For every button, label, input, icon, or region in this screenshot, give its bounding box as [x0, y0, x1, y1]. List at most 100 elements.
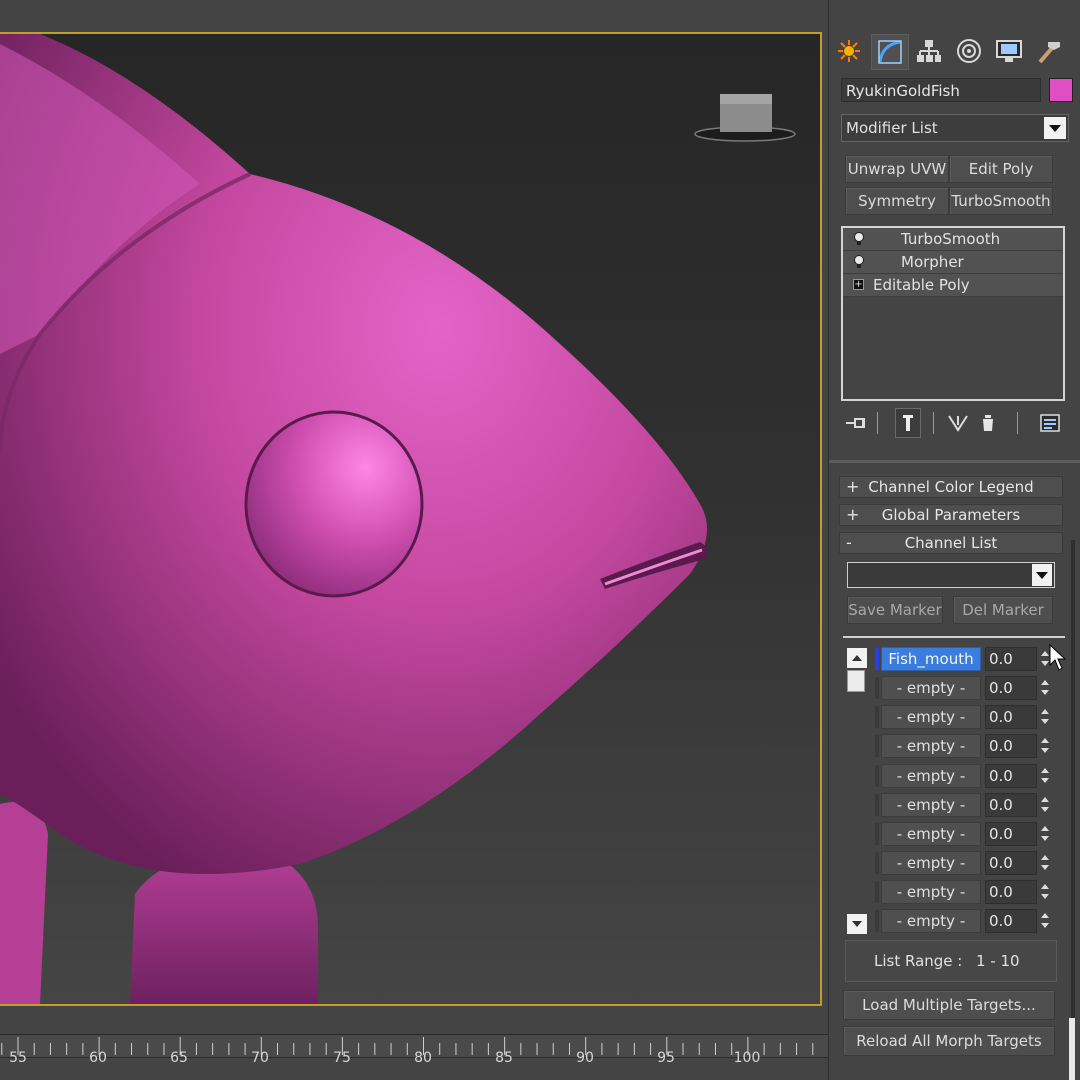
- stack-item-turbosmooth[interactable]: TurboSmooth: [843, 228, 1063, 251]
- channel-name[interactable]: - empty -: [881, 734, 981, 758]
- marker-dropdown[interactable]: [847, 562, 1055, 588]
- channel-scrollbar-thumb[interactable]: [847, 670, 865, 692]
- utilities-icon: [1038, 42, 1060, 64]
- channel-value-field[interactable]: 0.0: [985, 909, 1037, 933]
- perspective-viewport[interactable]: [0, 32, 822, 1006]
- modifier-stack[interactable]: TurboSmooth Morpher + Editable Poly: [841, 226, 1065, 401]
- channel-spinner[interactable]: [1039, 766, 1051, 786]
- modifier-list-label: Modifier List: [846, 119, 938, 137]
- tick-label: 70: [251, 1050, 269, 1066]
- modify-icon: [878, 40, 902, 64]
- modifier-list-dropdown[interactable]: Modifier List: [841, 114, 1069, 142]
- channel-row[interactable]: - empty - 0.0: [873, 763, 1065, 789]
- channel-value-field[interactable]: 0.0: [985, 880, 1037, 904]
- channel-row[interactable]: - empty - 0.0: [873, 792, 1065, 818]
- create-icon: [838, 40, 860, 62]
- channel-value-field[interactable]: 0.0: [985, 734, 1037, 758]
- save-marker-button[interactable]: Save Marker: [847, 596, 943, 624]
- channel-row[interactable]: - empty - 0.0: [873, 675, 1065, 701]
- expand-icon: +: [846, 477, 860, 496]
- stack-item-morpher[interactable]: Morpher: [843, 251, 1063, 274]
- tab-modify[interactable]: [871, 34, 909, 70]
- tab-hierarchy[interactable]: [911, 34, 947, 68]
- channel-value-field[interactable]: 0.0: [985, 705, 1037, 729]
- tab-create[interactable]: [831, 34, 867, 68]
- channel-spinner[interactable]: [1039, 824, 1051, 844]
- channel-name[interactable]: - empty -: [881, 764, 981, 788]
- channel-row[interactable]: - empty - 0.0: [873, 821, 1065, 847]
- channel-value-field[interactable]: 0.0: [985, 793, 1037, 817]
- collapse-icon: -: [846, 533, 852, 552]
- channel-value-field[interactable]: 0.0: [985, 764, 1037, 788]
- channel-row[interactable]: Fish_mouth 0.0: [873, 646, 1065, 672]
- scroll-down-button[interactable]: [847, 914, 867, 934]
- channel-name[interactable]: - empty -: [881, 793, 981, 817]
- rollout-channel-list[interactable]: - Channel List: [839, 532, 1063, 554]
- make-unique-button[interactable]: [945, 408, 971, 438]
- list-range-value: 1 - 10: [976, 952, 1020, 970]
- command-panel-tabs: [829, 34, 1080, 70]
- channel-name[interactable]: - empty -: [881, 851, 981, 875]
- turbosmooth-button[interactable]: TurboSmooth: [949, 187, 1053, 215]
- lightbulb-icon[interactable]: [853, 255, 865, 269]
- channel-spinner[interactable]: [1039, 911, 1051, 931]
- channel-name[interactable]: - empty -: [881, 880, 981, 904]
- channel-name[interactable]: Fish_mouth: [881, 647, 981, 671]
- symmetry-button[interactable]: Symmetry: [845, 187, 949, 215]
- channel-name[interactable]: - empty -: [881, 822, 981, 846]
- configure-modifier-sets-button[interactable]: [1037, 408, 1063, 438]
- del-marker-button[interactable]: Del Marker: [953, 596, 1053, 624]
- channel-value-field[interactable]: 0.0: [985, 647, 1037, 671]
- channel-row[interactable]: - empty - 0.0: [873, 733, 1065, 759]
- show-end-result-button[interactable]: [895, 408, 921, 438]
- pin-icon: [846, 418, 865, 428]
- channel-list[interactable]: Fish_mouth 0.0 - empty - 0.0 - empty - 0…: [843, 636, 1067, 938]
- object-name-field[interactable]: RyukinGoldFish: [841, 78, 1041, 102]
- unwrap-uvw-button[interactable]: Unwrap UVW: [845, 155, 949, 183]
- stack-toolbar: [841, 408, 1071, 440]
- channel-name[interactable]: - empty -: [881, 676, 981, 700]
- tab-utilities[interactable]: [1031, 34, 1067, 68]
- channel-value-field[interactable]: 0.0: [985, 822, 1037, 846]
- channel-marker: [875, 706, 879, 728]
- channel-value-field[interactable]: 0.0: [985, 676, 1037, 700]
- channel-name[interactable]: - empty -: [881, 909, 981, 933]
- tick-label: 80: [414, 1050, 432, 1066]
- stack-item-label: Morpher: [901, 253, 964, 271]
- channel-spinner[interactable]: [1039, 707, 1051, 727]
- panel-scrollbar-thumb[interactable]: [1069, 1018, 1075, 1080]
- timeline[interactable]: 55 60 65 70 75 80 85 90 95 100: [0, 1006, 828, 1080]
- channel-spinner[interactable]: [1039, 853, 1051, 873]
- rollout-title: Global Parameters: [881, 506, 1021, 524]
- channel-name[interactable]: - empty -: [881, 705, 981, 729]
- channel-row[interactable]: - empty - 0.0: [873, 908, 1065, 934]
- channel-marker: [875, 794, 879, 816]
- pin-stack-button[interactable]: [843, 408, 869, 438]
- remove-modifier-button[interactable]: [975, 408, 1001, 438]
- rollout-channel-color-legend[interactable]: + Channel Color Legend: [839, 476, 1063, 498]
- channel-row[interactable]: - empty - 0.0: [873, 879, 1065, 905]
- tick-label: 100: [733, 1050, 761, 1066]
- tick-label: 90: [576, 1050, 594, 1066]
- channel-spinner[interactable]: [1039, 882, 1051, 902]
- panel-scrollbar[interactable]: [1071, 540, 1075, 1080]
- load-multiple-targets-button[interactable]: Load Multiple Targets...: [843, 990, 1055, 1020]
- object-color-swatch[interactable]: [1049, 78, 1073, 102]
- channel-value-field[interactable]: 0.0: [985, 851, 1037, 875]
- rollout-global-parameters[interactable]: + Global Parameters: [839, 504, 1063, 526]
- reload-all-morph-targets-button[interactable]: Reload All Morph Targets: [843, 1026, 1055, 1056]
- channel-row[interactable]: - empty - 0.0: [873, 850, 1065, 876]
- channel-spinner[interactable]: [1039, 736, 1051, 756]
- stack-item-editable-poly[interactable]: + Editable Poly: [843, 274, 1063, 297]
- tab-display[interactable]: [991, 34, 1027, 68]
- edit-poly-button[interactable]: Edit Poly: [949, 155, 1053, 183]
- channel-marker: [875, 852, 879, 874]
- tab-motion[interactable]: [951, 34, 987, 68]
- channel-spinner[interactable]: [1039, 795, 1051, 815]
- expand-icon[interactable]: +: [853, 279, 864, 290]
- stack-item-label: Editable Poly: [873, 276, 970, 294]
- channel-row[interactable]: - empty - 0.0: [873, 704, 1065, 730]
- scroll-up-button[interactable]: [847, 648, 867, 668]
- lightbulb-icon[interactable]: [853, 232, 865, 246]
- channel-spinner[interactable]: [1039, 678, 1051, 698]
